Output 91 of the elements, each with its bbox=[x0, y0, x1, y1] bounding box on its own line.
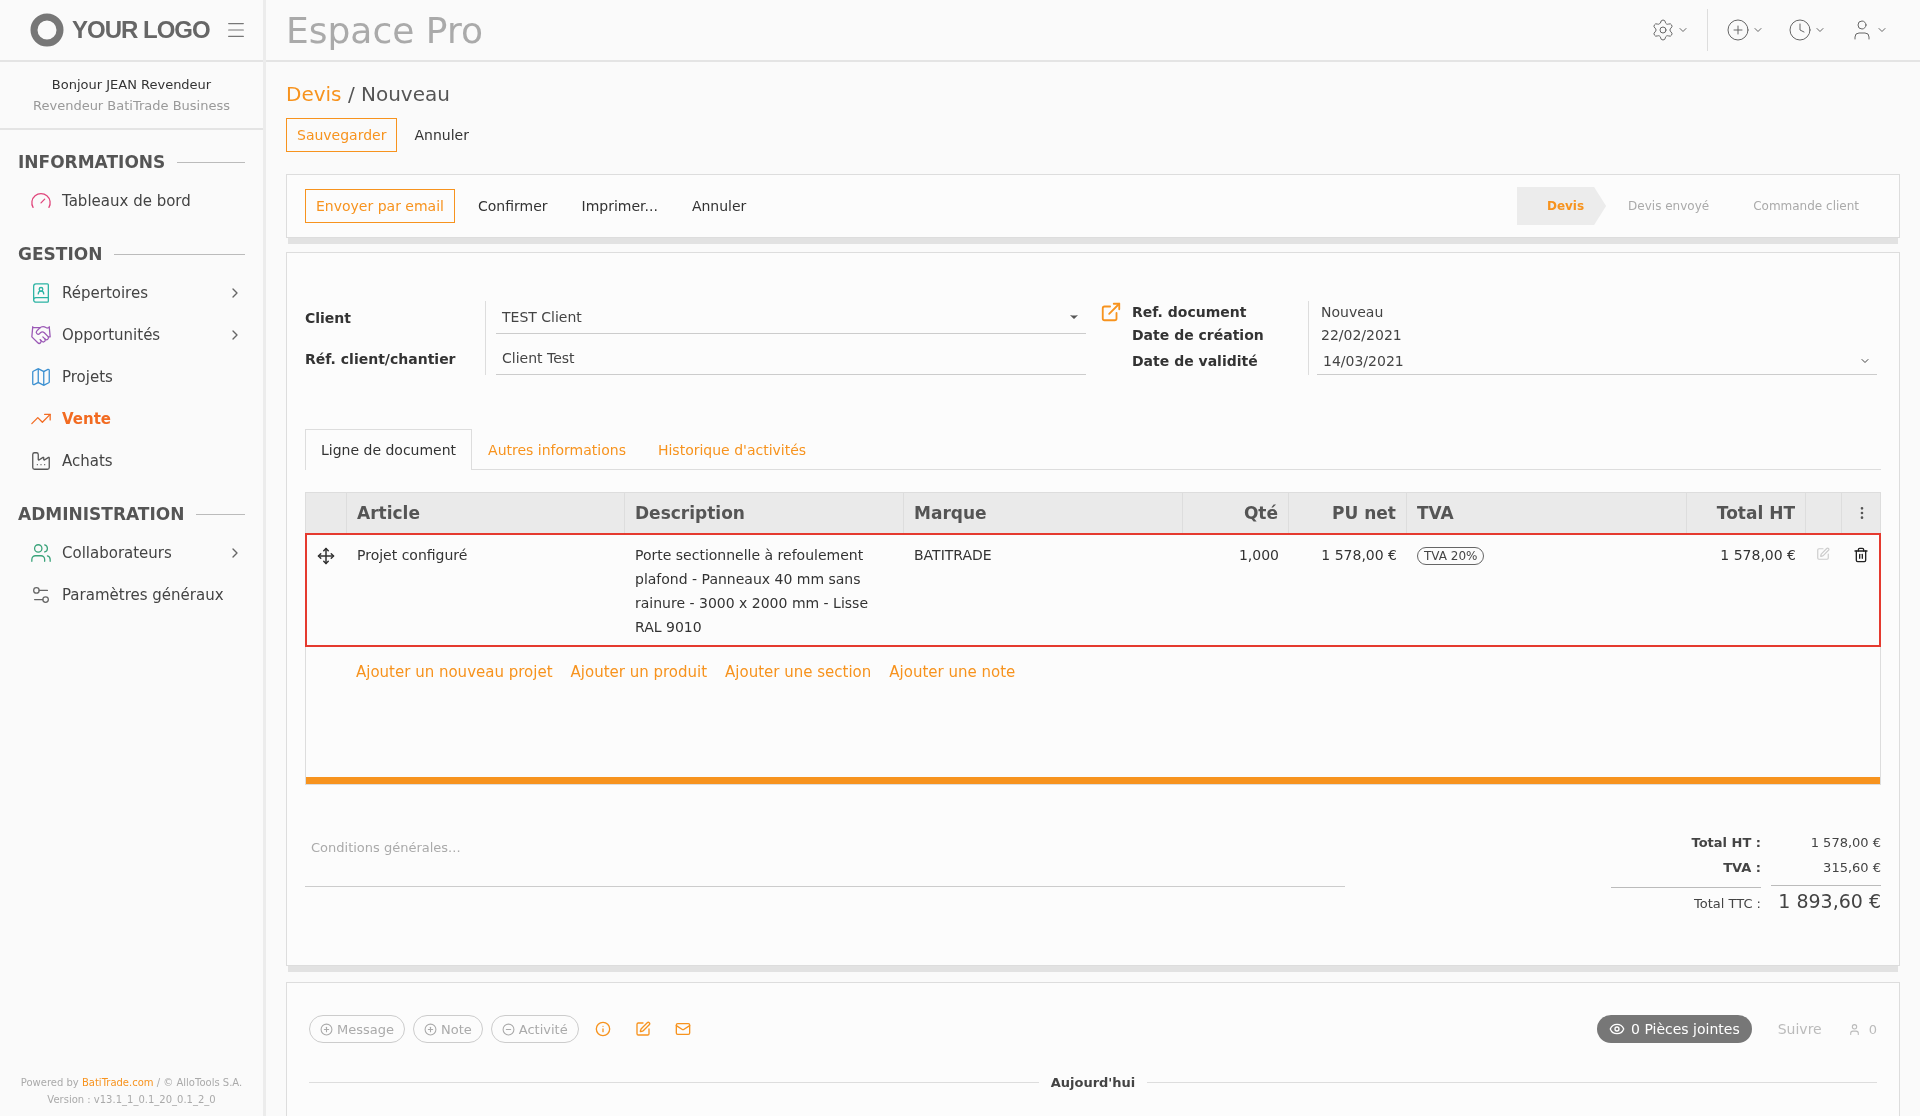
handshake-icon bbox=[30, 324, 52, 346]
breadcrumb-separator: / bbox=[347, 82, 355, 106]
sidebar-item[interactable]: Projets bbox=[0, 356, 263, 398]
column-header: TVA bbox=[1406, 493, 1686, 533]
attachments-button[interactable]: 0 Pièces jointes bbox=[1597, 1015, 1752, 1043]
add-link[interactable]: Ajouter un produit bbox=[570, 663, 708, 681]
logo-text: YOUR LOGO bbox=[72, 16, 210, 44]
table-row[interactable]: Projet configuré Porte sectionnelle à refoulement plafond - Panneaux 40 mm sans rainure - 3000 x 2000 mm - Lisse RAL 9010 BATITRADE 1,000 1 578,00 € TVA 20% 1 578,00 € bbox=[305, 533, 1881, 647]
client-field[interactable]: Client Test bbox=[496, 342, 1086, 375]
tab[interactable]: Ligne de document bbox=[305, 429, 473, 470]
field-label: Réf. client/chantier bbox=[305, 350, 457, 367]
factory-icon bbox=[30, 450, 52, 472]
add-link[interactable]: Ajouter une note bbox=[889, 663, 1016, 681]
total-label: TVA : bbox=[1722, 860, 1761, 875]
total-value: 1 893,60 € bbox=[1771, 885, 1881, 912]
table-cell-text: 1 578,00 € bbox=[1719, 546, 1797, 565]
page-title: Espace Pro bbox=[286, 9, 484, 51]
total-label: Total HT : bbox=[1690, 835, 1761, 850]
date-divider: Aujourd'hui bbox=[1050, 1075, 1136, 1090]
status-step[interactable]: Devis envoyé bbox=[1606, 187, 1732, 225]
table-cell-text: Projet configuré bbox=[356, 546, 469, 565]
toolbar-button[interactable]: Envoyer par email bbox=[305, 189, 455, 223]
external-link-icon[interactable] bbox=[1100, 301, 1122, 323]
plus-circle-icon bbox=[1726, 18, 1750, 42]
user-role: Revendeur BatiTrade Business bbox=[32, 97, 231, 115]
followers-count: 0 bbox=[1868, 1021, 1877, 1037]
column-header: Total HT bbox=[1686, 493, 1805, 533]
section-title: ADMINISTRATION bbox=[18, 504, 185, 524]
follow-link[interactable]: Suivre bbox=[1759, 1021, 1840, 1037]
plus-circle-icon bbox=[424, 1022, 437, 1036]
toolbar-button[interactable]: Confirmer bbox=[466, 189, 559, 223]
mail-icon bbox=[674, 1021, 691, 1037]
info-icon bbox=[594, 1021, 611, 1037]
version-text: Version : v13.1_1_0.1_20_0.1_2_0 bbox=[46, 1093, 217, 1108]
status-step[interactable]: Devis bbox=[1516, 187, 1607, 225]
toolbar-button[interactable]: Imprimer... bbox=[570, 189, 669, 223]
column-header: Qté bbox=[1182, 493, 1288, 533]
total-value: 315,60 € bbox=[1822, 860, 1881, 875]
total-value: 1 578,00 € bbox=[1809, 835, 1881, 850]
breadcrumb-link[interactable]: Devis bbox=[286, 82, 342, 106]
column-header: Marque bbox=[903, 493, 1182, 533]
sidebar-item[interactable]: Répertoires bbox=[0, 272, 263, 314]
table-cell-text: BATITRADE bbox=[913, 546, 993, 565]
action-button[interactable]: Annuler bbox=[403, 118, 480, 152]
status-step[interactable]: Commande client bbox=[1731, 187, 1881, 225]
column-header: Article bbox=[346, 493, 624, 533]
eye-icon bbox=[1609, 1021, 1626, 1037]
sidebar-item[interactable]: Vente bbox=[0, 398, 263, 440]
field-label: Ref. document bbox=[1132, 304, 1248, 320]
contacts-icon bbox=[30, 282, 52, 304]
conditions-field[interactable]: Conditions générales... bbox=[305, 835, 1345, 887]
sidebar-item[interactable]: Opportunités bbox=[0, 314, 263, 356]
breadcrumb-current: Nouveau bbox=[361, 82, 450, 106]
section-title: GESTION bbox=[18, 244, 103, 264]
plus-circle-icon bbox=[320, 1022, 333, 1036]
powered-by-text: Powered by BatiTrade.com / © AlloTools S.A. bbox=[19, 1076, 244, 1090]
field-label: Date de validité bbox=[1132, 353, 1259, 369]
table-cell-text: 1 578,00 € bbox=[1320, 546, 1398, 565]
field-label: Client bbox=[305, 309, 353, 326]
sidebar-item[interactable]: Tableaux de bord bbox=[0, 180, 263, 222]
minus-circle-icon bbox=[501, 1022, 515, 1036]
add-link[interactable]: Ajouter une section bbox=[725, 663, 872, 681]
team-icon bbox=[30, 542, 52, 564]
settings-icon bbox=[1651, 18, 1675, 42]
logo-icon bbox=[30, 13, 64, 47]
sidebar-item[interactable]: Collaborateurs bbox=[0, 532, 263, 574]
field-value: 22/02/2021 bbox=[1320, 327, 1403, 343]
date-field[interactable]: 14/03/2021 bbox=[1317, 347, 1877, 375]
powered-by-link[interactable]: BatiTrade.com bbox=[81, 1077, 154, 1088]
total-label: Total TTC : bbox=[1611, 886, 1761, 911]
toolbar-button[interactable]: Annuler bbox=[680, 189, 758, 223]
action-button[interactable]: Sauvegarder bbox=[286, 118, 398, 152]
user-icon bbox=[1847, 1022, 1861, 1036]
table-cell-text: 1,000 bbox=[1237, 546, 1280, 565]
field-value: Nouveau bbox=[1320, 304, 1385, 320]
client-field[interactable]: TEST Client bbox=[496, 301, 1086, 334]
tab[interactable]: Historique d'activités bbox=[641, 429, 823, 470]
user-greeting: Bonjour JEAN Revendeur bbox=[50, 76, 213, 94]
sidebar-item[interactable]: Paramètres généraux bbox=[0, 574, 263, 616]
move-icon[interactable] bbox=[317, 547, 335, 565]
sidebar-item[interactable]: Achats bbox=[0, 440, 263, 482]
section-title: INFORMATIONS bbox=[18, 152, 166, 172]
tab[interactable]: Autres informations bbox=[472, 429, 642, 470]
add-link[interactable]: Ajouter un nouveau projet bbox=[356, 663, 553, 681]
column-header: PU net bbox=[1288, 493, 1406, 533]
field-label: Date de création bbox=[1132, 327, 1265, 343]
delete-icon[interactable] bbox=[1853, 547, 1869, 563]
edit-icon bbox=[634, 1021, 651, 1037]
table-cell-text: Porte sectionnelle à refoulement plafond - Panneaux 40 mm sans rainure - 3000 x 2000 mm - Lisse RAL 9010 bbox=[634, 546, 869, 637]
column-header: Description bbox=[624, 493, 903, 533]
clock-icon bbox=[1788, 18, 1812, 42]
